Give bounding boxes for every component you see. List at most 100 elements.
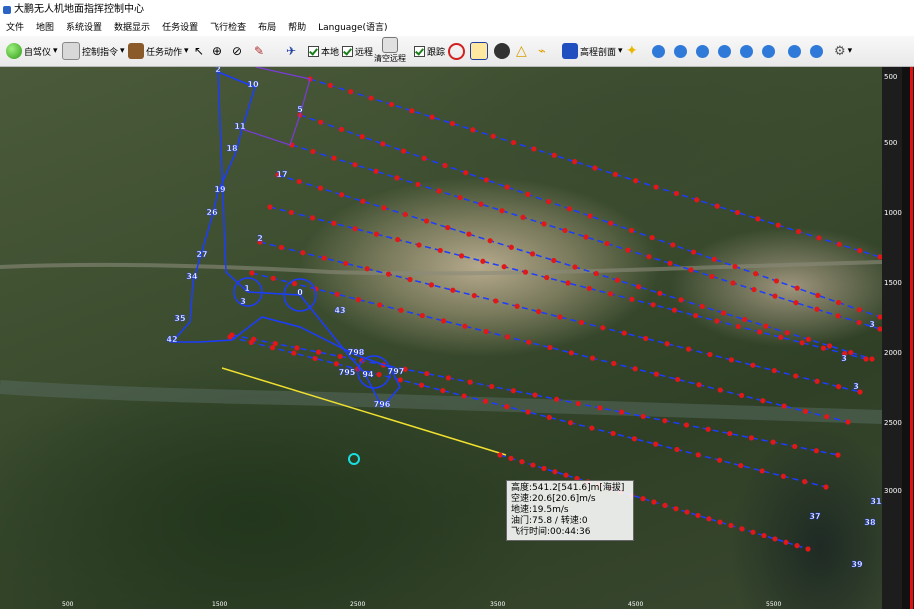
survey-point [499,208,505,214]
survey-point [728,357,735,363]
menu-flight-check[interactable]: 飞行检查 [204,20,252,36]
survey-point [793,373,799,379]
altitude-readout: 高度:541.2[541.6]m[海拔] [511,483,625,493]
remote-checkbox[interactable]: 远程 [342,41,373,61]
waypoint-label[interactable]: 3 [841,354,847,363]
app-icon [3,6,11,14]
autopilot-button[interactable]: 自驾仪 ▾ [6,41,58,61]
survey-point [482,398,489,404]
waypoint-label[interactable]: 3 [240,297,246,306]
waypoint-label[interactable]: 17 [276,170,288,179]
waypoint-label[interactable]: 795 [338,368,356,377]
survey-point [343,260,349,267]
survey-point [773,278,780,284]
blue-route [170,71,401,409]
waypoint-label[interactable]: 18 [226,144,238,153]
survey-point [795,228,802,235]
task-action-button[interactable]: 任务动作 ▾ [128,41,189,61]
survey-point [755,216,761,222]
pan-left-button[interactable] [696,41,709,61]
waypoint-label[interactable]: 3 [869,320,875,329]
mode-n-button[interactable] [788,41,801,61]
waypoint-label[interactable]: 11 [234,122,246,131]
menu-layout[interactable]: 布局 [252,20,282,36]
chevron-down-icon: ▾ [120,46,125,56]
waypoint-label[interactable]: 1 [244,284,250,293]
zoom-in-button[interactable] [652,41,665,61]
north-icon [788,44,801,58]
menu-task-settings[interactable]: 任务设置 [156,20,204,36]
waypoint-label[interactable]: 35 [174,314,186,323]
waypoint-label[interactable]: 19 [214,185,226,194]
survey-point [478,201,484,207]
survey-point [267,204,273,210]
pan-right-button[interactable] [718,41,731,61]
route-tool-button[interactable]: ✎ [254,41,264,61]
track-checkbox[interactable]: 跟踪 [414,41,445,61]
route-table-button[interactable] [470,41,488,61]
waypoint-label[interactable]: 2 [215,67,221,74]
waypoint-label[interactable]: 43 [334,306,346,315]
waypoint-label[interactable]: 5 [297,105,303,114]
survey-point [504,184,510,190]
waypoint-label[interactable]: 38 [864,518,876,527]
clear-button[interactable]: ⌁ [538,41,546,61]
waypoint-label[interactable]: 37 [809,512,821,521]
edit-point-button[interactable]: ⊘ [232,41,242,61]
menu-file[interactable]: 文件 [0,20,30,36]
survey-point [355,297,362,303]
survey-point [805,546,811,552]
center-button[interactable] [810,41,823,61]
waypoint-label[interactable]: 0 [297,288,303,297]
survey-point [400,148,407,154]
waypoint-label[interactable]: 27 [196,250,208,259]
survey-point [863,356,869,362]
waypoint-label[interactable]: 798 [347,348,365,357]
waypoint-label[interactable]: 10 [247,80,259,89]
waypoint-label[interactable]: 31 [870,497,882,506]
local-checkbox[interactable]: 本地 [308,41,339,61]
no-fly-button[interactable] [448,41,465,61]
survey-point [249,270,255,276]
pan-up-button[interactable] [740,41,753,61]
waypoint-label[interactable]: 42 [166,335,178,344]
menu-map[interactable]: 地图 [30,20,60,36]
pin-button[interactable]: ✦ [626,41,638,61]
clear-remote-button[interactable]: 清空远程 [374,37,406,65]
menu-system-settings[interactable]: 系统设置 [60,20,108,36]
waypoint-label[interactable]: 2 [257,234,263,243]
measure-button[interactable]: △ [516,41,527,61]
route-edit-button[interactable]: ✈ [286,41,296,61]
map-view[interactable]: 2 10 5 11 18 17 19 26 2 27 34 1 0 3 35 42 43 798 795 94 797 7… [0,67,882,609]
pan-down-button[interactable] [762,41,775,61]
waypoint-label[interactable]: 39 [851,560,863,569]
survey-point [662,502,668,508]
waypoint-label[interactable]: 797 [387,367,405,376]
add-point-button[interactable]: ⊕ [212,41,222,61]
survey-point [440,318,447,324]
survey-point [270,275,276,281]
waypoint-label[interactable]: 94 [362,370,374,379]
menu-help[interactable]: 帮助 [282,20,312,36]
waypoint-label[interactable]: 796 [373,400,391,409]
survey-point [450,287,456,293]
waypoint-label[interactable]: 34 [186,272,198,281]
select-tool-button[interactable]: ↖ [194,41,204,61]
zoom-out-button[interactable] [674,41,687,61]
camera-button[interactable] [494,41,510,61]
survey-point [583,234,589,240]
control-command-button[interactable]: 控制指令 ▾ [62,41,125,61]
survey-point [592,165,598,171]
waypoint-label[interactable]: 26 [206,208,218,217]
settings-button[interactable]: ⚙ ▾ [834,41,852,61]
survey-point [449,120,456,127]
menu-language[interactable]: Language(语言) [312,20,393,36]
survey-point [554,396,560,402]
survey-point [467,379,473,385]
survey-point [317,185,324,191]
menu-data-display[interactable]: 数据显示 [108,20,156,36]
waypoint-label[interactable]: 3 [853,382,859,391]
profile-button[interactable]: 高程剖面 ▾ [562,41,623,61]
survey-point [836,241,842,247]
survey-point [480,258,486,264]
